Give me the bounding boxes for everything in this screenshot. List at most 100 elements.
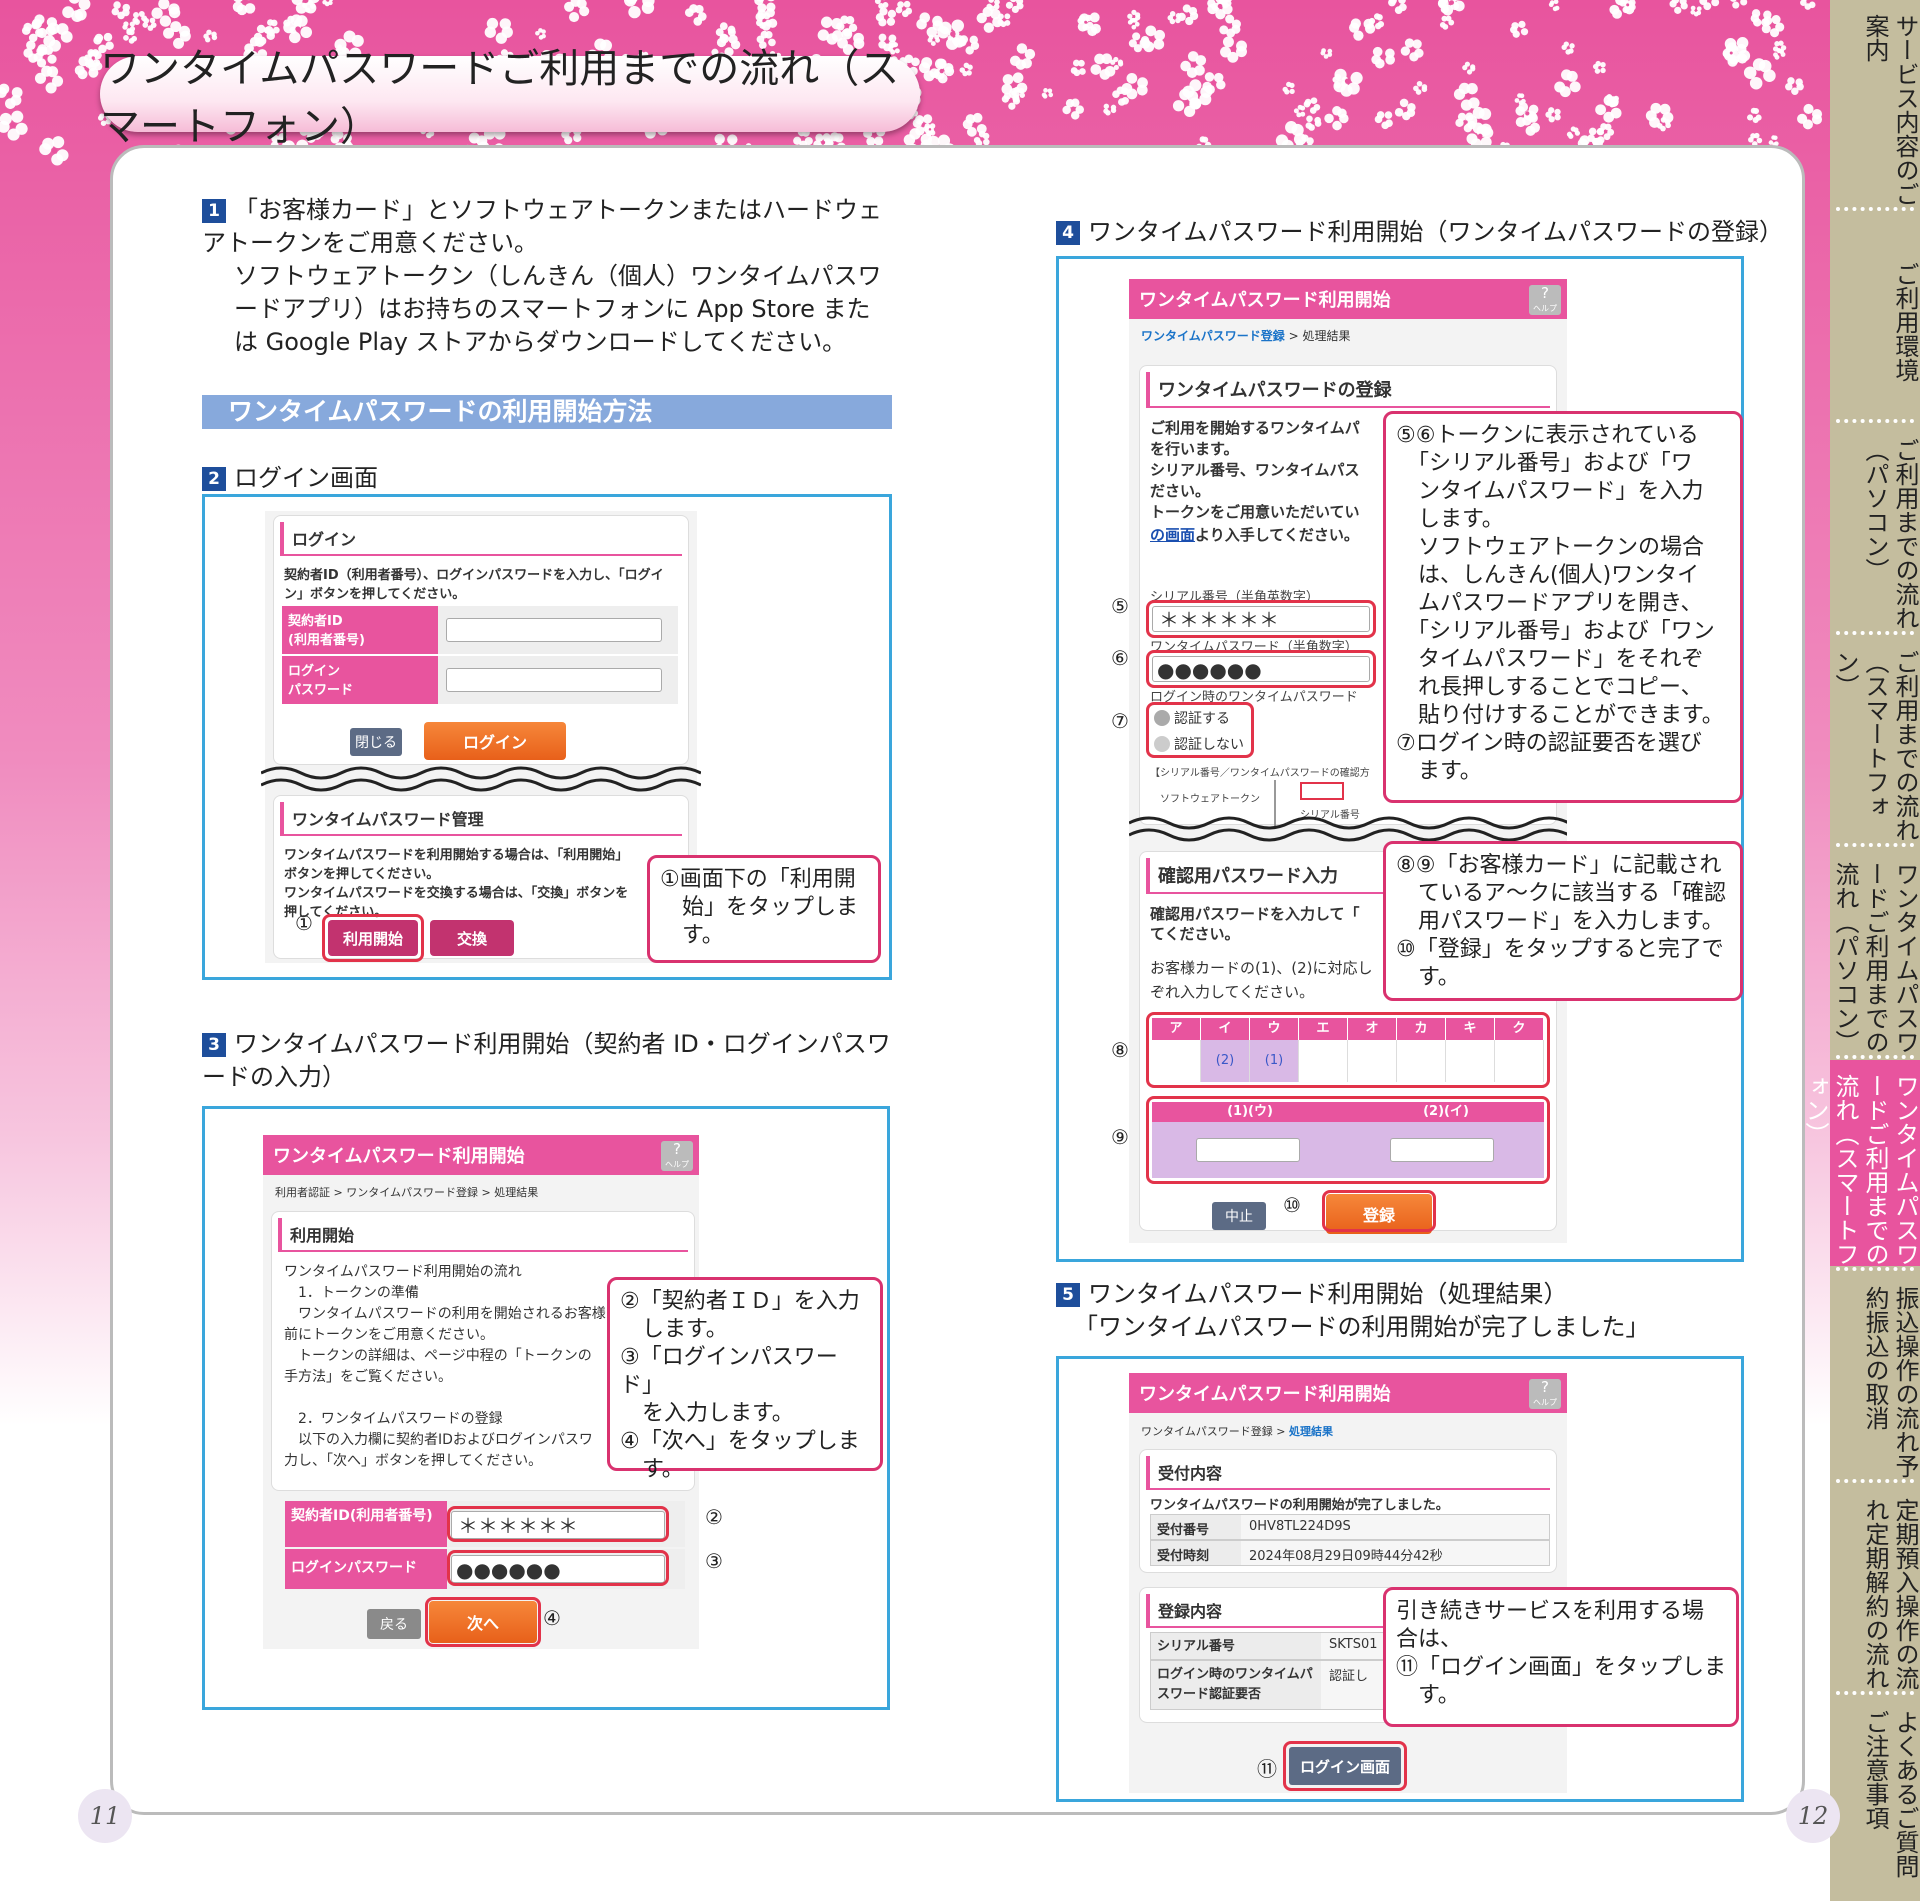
sidebar-divider: [1836, 207, 1914, 211]
row-key: シリアル番号: [1151, 1633, 1321, 1659]
flower: [39, 136, 69, 166]
otp-highlight: [1146, 650, 1376, 688]
login-screenshot: ログイン 契約者ID（利用者番号）、ログインパスワードを入力し、「ログイン」ボタ…: [261, 511, 701, 963]
page-number-right: 12: [1786, 1789, 1840, 1843]
step4-header: ワンタイムパスワード利用開始: [1129, 279, 1567, 319]
flower: [62, 0, 91, 22]
sidebar-divider: [1836, 631, 1914, 635]
section-header: ワンタイムパスワードの利用開始方法: [202, 395, 892, 429]
flower: [1437, 0, 1465, 16]
step1-line: 「お客様カード」とソフトウェアトークンまたはハードウェアトークンをご用意ください…: [202, 196, 882, 257]
login-desc: 契約者ID（利用者番号）、ログインパスワードを入力し、「ログイン」ボタンを押して…: [284, 568, 664, 602]
pw-label: ログイン パスワード: [282, 656, 438, 704]
flower: [1320, 48, 1333, 59]
serial-sample-box: [1300, 782, 1344, 800]
sidebar: サービス内容のご案内 ご利用環境 ご利用までの流れ（パソコン） ご利用までの流れ（スマ…: [1801, 0, 1920, 1901]
register-highlight: [1322, 1190, 1436, 1232]
confirm-body: 確認用パスワードを入力して「 てください。: [1150, 905, 1360, 943]
sidebar-tab-3[interactable]: ご利用までの流れ（パソコン）: [1830, 424, 1920, 630]
flower: [755, 8, 778, 31]
step4-callout-1: ⑤⑥トークンに表示されている 「シリアル番号」および「ワ ンタイムパスワード」を…: [1383, 411, 1743, 803]
confirm-body2: お客様カードの(1)、(2)に対応し ぞれ入力してください。: [1150, 959, 1373, 1001]
flower: [1180, 51, 1207, 78]
marker-5: ⑤: [1111, 594, 1129, 618]
flower: [1785, 77, 1804, 96]
flower: [937, 19, 966, 50]
flower: [962, 112, 987, 137]
help-icon[interactable]: ? ヘルプ: [661, 1141, 693, 1171]
start-card-title: 利用開始: [278, 1218, 688, 1252]
breadcrumb: 利用者認証 > ワンタイムパスワード登録 > 処理結果: [275, 1186, 539, 1199]
result-screenshot: ワンタイムパスワード利用開始 ? ヘルプ ワンタイムパスワード登録 > 処理結果 …: [1129, 1373, 1567, 1793]
login-screen-highlight: [1283, 1741, 1407, 1791]
flower: [322, 0, 334, 7]
screen-link[interactable]: の画面: [1150, 526, 1195, 544]
row-value: 2024年08月29日09時44分42秒: [1241, 1541, 1549, 1565]
flower: [959, 62, 973, 77]
close-button[interactable]: 閉じる: [350, 728, 402, 756]
row-value: 0HV8TL224D9S: [1241, 1515, 1549, 1539]
sidebar-tab-6[interactable]: ワンタイムパスワードご利用までの流れ（スマートフォン）: [1801, 1060, 1920, 1266]
flower: [1112, 86, 1129, 106]
back-button[interactable]: 戻る: [367, 1609, 421, 1639]
flower: [1202, 72, 1226, 95]
receipt-title: 受付内容: [1146, 1456, 1550, 1490]
sidebar-tab-9[interactable]: よくあるご質問ご注意事項: [1830, 1696, 1920, 1901]
flower: [1333, 68, 1363, 97]
pw-input[interactable]: [446, 668, 662, 692]
step5-heading: 5 ワンタイムパスワード利用開始（処理結果） 「ワンタイムパスワードの利用開始が完…: [1056, 1278, 1796, 1344]
flower: [1090, 53, 1116, 80]
flower: [929, 58, 955, 84]
flower: [564, 0, 590, 23]
login-card-title: ログイン: [280, 522, 682, 556]
flower: [1070, 59, 1086, 77]
marker-2: ②: [705, 1505, 723, 1529]
row-key: ログイン時のワンタイムパスワード認証要否: [1151, 1661, 1321, 1709]
flower: [0, 110, 28, 141]
sidebar-divider: [1836, 1055, 1914, 1059]
marker-3: ③: [705, 1549, 723, 1573]
step2-label: ログイン画面: [234, 464, 378, 492]
marker-10: ⑩: [1283, 1193, 1301, 1217]
flower: [1388, 0, 1407, 15]
flower: [291, 0, 320, 14]
sidebar-tab-8[interactable]: 定期預入操作の流れ定期解約の流れ: [1830, 1484, 1920, 1690]
sidebar-divider: [1836, 1267, 1914, 1271]
help-icon[interactable]: ? ヘルプ: [1529, 1379, 1561, 1409]
flower: [1561, 41, 1575, 55]
next-highlight: [425, 1597, 541, 1647]
flower: [1177, 4, 1199, 26]
flower: [1041, 88, 1054, 99]
step5-label: ワンタイムパスワード利用開始（処理結果）: [1088, 1280, 1568, 1308]
otp-manage-card: ワンタイムパスワード管理 ワンタイムパスワードを利用開始する場合は、「利用開始」…: [273, 795, 689, 962]
id-input[interactable]: [446, 618, 662, 642]
flower: [1669, 0, 1688, 14]
receipt-table: 受付番号 0HV8TL224D9S 受付時刻 2024年08月29日09時44分42秒: [1150, 1514, 1550, 1566]
exchange-button[interactable]: 交換: [430, 920, 514, 956]
step5-label2: 「ワンタイムパスワードの利用開始が完了しました」: [1074, 1313, 1650, 1341]
marker-1: ①: [295, 911, 313, 935]
sidebar-tab-4[interactable]: ご利用までの流れ（スマートフォン）: [1830, 636, 1920, 842]
step1-text: 1 「お客様カード」とソフトウェアトークンまたはハードウェアトークンをご用意くださ…: [202, 194, 892, 359]
sidebar-tab-5[interactable]: ワンタイムパスワードご利用までの流れ（パソコン）: [1830, 848, 1920, 1054]
flower: [754, 0, 776, 13]
sidebar-tab-7[interactable]: 振込操作の流れ予約振込の取消: [1830, 1272, 1920, 1478]
flower: [1062, 98, 1084, 120]
serial-highlight: [1146, 600, 1376, 638]
marker-6: ⑥: [1111, 646, 1129, 670]
flower: [1121, 72, 1148, 100]
flower: [1453, 82, 1480, 111]
sidebar-tab-2[interactable]: ご利用環境: [1830, 212, 1920, 418]
flower: [1554, 69, 1581, 98]
help-icon[interactable]: ? ヘルプ: [1529, 285, 1561, 315]
grid-highlight: [1146, 1012, 1550, 1088]
sidebar-tab-1[interactable]: サービス内容のご案内: [1830, 0, 1920, 206]
marker-11: ⑪: [1257, 1757, 1277, 1781]
flower: [1305, 115, 1322, 131]
title-banner: ワンタイムパスワードご利用までの流れ（スマートフォン）: [100, 46, 920, 150]
breadcrumb-link[interactable]: ワンタイムパスワード登録: [1141, 329, 1285, 343]
cancel-button[interactable]: 中止: [1212, 1202, 1266, 1230]
flower: [1413, 80, 1428, 95]
flower: [1394, 98, 1416, 121]
login-button[interactable]: ログイン: [424, 722, 566, 760]
